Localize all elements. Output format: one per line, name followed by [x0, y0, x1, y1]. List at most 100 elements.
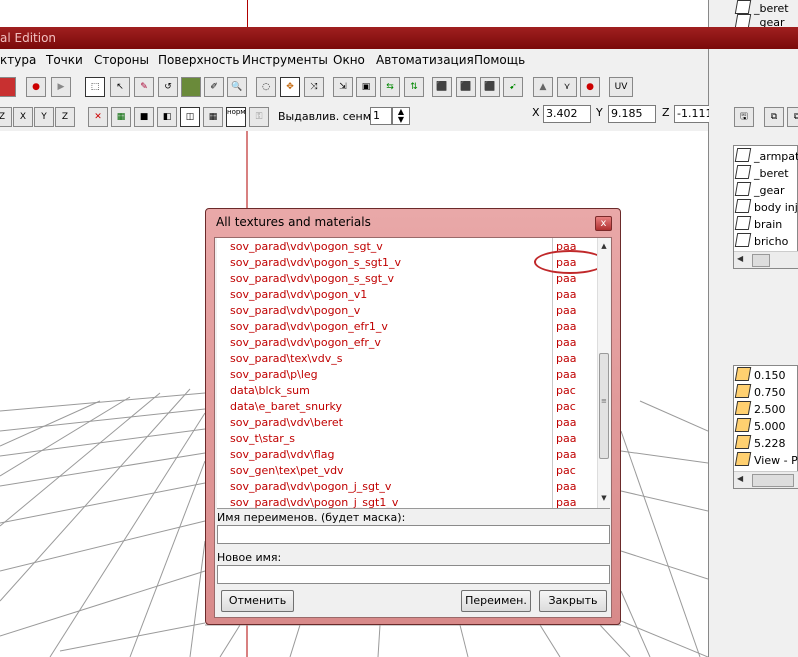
- hscroll-thumb[interactable]: [752, 254, 770, 267]
- textures-list[interactable]: sov_parad\vdv\pogon_sgt_v paa sov_parad\v…: [217, 238, 610, 509]
- lasso-button[interactable]: ↺: [158, 77, 178, 97]
- list-scrollbar[interactable]: ▲ ≡ ▼: [597, 238, 610, 508]
- cancel-button[interactable]: Отменить: [221, 590, 294, 612]
- lod-hscroll[interactable]: ◀: [734, 471, 798, 488]
- grid-snap-button[interactable]: ▦: [111, 107, 131, 127]
- mirror-button[interactable]: ⇆: [380, 77, 400, 97]
- move-button[interactable]: ⇲: [333, 77, 353, 97]
- window-titlebar: al Edition: [0, 27, 798, 49]
- axis-z2-button[interactable]: Z: [55, 107, 75, 127]
- scroll-up-icon[interactable]: ▲: [598, 240, 610, 252]
- axis-y-button[interactable]: Y: [34, 107, 54, 127]
- record-button[interactable]: ●: [26, 77, 46, 97]
- flip-button[interactable]: ⇅: [404, 77, 424, 97]
- select-tool-button[interactable]: ⬚: [85, 77, 105, 97]
- selections-hscroll[interactable]: ◀: [734, 251, 798, 268]
- save-icon[interactable]: 🖫: [734, 107, 754, 127]
- menu-automation[interactable]: Автоматизация: [376, 53, 474, 68]
- cube-button[interactable]: ⬛: [432, 77, 452, 97]
- list-item[interactable]: sov_parad\vdv\pogon_j_sgt1_v paa: [217, 495, 595, 508]
- selection-list-item[interactable]: _beret: [734, 165, 789, 181]
- lod-list-item[interactable]: 0.150: [734, 367, 786, 383]
- menu-structure[interactable]: ктура: [0, 53, 36, 68]
- uv-button[interactable]: UV: [609, 77, 633, 97]
- scroll-left-icon[interactable]: ◀: [737, 474, 743, 483]
- zoom-icon[interactable]: 🔍: [227, 77, 247, 97]
- selection-list-item[interactable]: body injury: [734, 199, 798, 215]
- axis-z-button[interactable]: Z: [0, 107, 12, 127]
- list-item[interactable]: sov_parad\vdv\flag paa: [217, 447, 595, 463]
- selection-list-item[interactable]: _gear: [734, 182, 785, 198]
- close-button[interactable]: Закрыть: [539, 590, 607, 612]
- rotate-button[interactable]: ✥: [280, 77, 300, 97]
- solid-button[interactable]: ■: [134, 107, 154, 127]
- dialog-title: All textures and materials: [216, 215, 371, 229]
- rename-mask-input[interactable]: [217, 525, 610, 544]
- rename-button[interactable]: Переимен.: [461, 590, 531, 612]
- list-item[interactable]: sov_parad\vdv\pogon_efr1_v paa: [217, 319, 595, 335]
- wire-button[interactable]: ◫: [180, 107, 200, 127]
- selection-list-item[interactable]: bricho: [734, 233, 788, 249]
- pencil-button[interactable]: ✐: [204, 77, 224, 97]
- list-item[interactable]: sov_parad\vdv\pogon_sgt_v paa: [217, 239, 595, 255]
- menu-faces[interactable]: Стороны: [94, 53, 149, 68]
- grid-button[interactable]: ▦: [203, 107, 223, 127]
- scrollbar-thumb[interactable]: ≡: [599, 353, 609, 459]
- copy-icon[interactable]: ⧉: [764, 107, 784, 127]
- list-item[interactable]: sov_parad\vdv\pogon_efr_v paa: [217, 335, 595, 351]
- menu-surface[interactable]: Поверхность: [158, 53, 239, 68]
- cube2-button[interactable]: ⬛: [456, 77, 476, 97]
- list-item[interactable]: sov_parad\vdv\pogon_v1 paa: [217, 287, 595, 303]
- list-item[interactable]: sov_parad\vdv\beret paa: [217, 415, 595, 431]
- normals-button[interactable]: норм: [226, 107, 246, 127]
- scroll-left-icon[interactable]: ◀: [737, 254, 743, 263]
- list-item[interactable]: sov_parad\p\leg paa: [217, 367, 595, 383]
- paste-icon[interactable]: ⧉: [787, 107, 798, 127]
- selection-list-item[interactable]: brain: [734, 216, 782, 232]
- triangle-button[interactable]: ▲: [533, 77, 553, 97]
- selection-list-item[interactable]: _armpatch: [734, 148, 798, 164]
- scroll-down-icon[interactable]: ▼: [598, 492, 610, 504]
- menu-window[interactable]: Окно: [333, 53, 365, 68]
- menu-tools[interactable]: Инструменты: [242, 53, 328, 68]
- menu-help[interactable]: Помощь: [474, 53, 525, 68]
- texture-button[interactable]: [181, 77, 201, 97]
- extrude-spinner[interactable]: ▲ ▼: [392, 107, 410, 125]
- extrude-value-field[interactable]: 1: [370, 107, 392, 125]
- colors-button[interactable]: ●: [580, 77, 600, 97]
- disable-button[interactable]: ✕: [88, 107, 108, 127]
- close-icon[interactable]: x: [595, 216, 612, 231]
- list-item[interactable]: sov_parad\vdv\pogon_j_sgt_v paa: [217, 479, 595, 495]
- lod-list-item[interactable]: 5.228: [734, 435, 786, 451]
- paint-select-button[interactable]: ✎: [134, 77, 154, 97]
- list-item[interactable]: sov_parad\vdv\pogon_s_sgt_v paa: [217, 271, 595, 287]
- y-coord-field[interactable]: 9.185: [608, 105, 656, 123]
- lod-list-item[interactable]: 0.750: [734, 384, 786, 400]
- scale-button[interactable]: ⤨: [304, 77, 324, 97]
- cube3-button[interactable]: ⬛: [480, 77, 500, 97]
- list-item[interactable]: sov_parad\vdv\pogon_v paa: [217, 303, 595, 319]
- hscroll-thumb[interactable]: [752, 474, 794, 487]
- menu-points[interactable]: Точки: [46, 53, 83, 68]
- play-button[interactable]: ▶: [51, 77, 71, 97]
- list-item[interactable]: sov_t\star_s paa: [217, 431, 595, 447]
- hammer-sickle-icon[interactable]: [0, 77, 16, 97]
- vertex-button[interactable]: ⋎: [557, 77, 577, 97]
- lod-list-item[interactable]: 5.000: [734, 418, 786, 434]
- lod-list-item[interactable]: View - Pil: [734, 452, 798, 468]
- shaded-button[interactable]: ◧: [157, 107, 177, 127]
- lock-button[interactable]: ⚿: [249, 107, 269, 127]
- x-coord-field[interactable]: 3.402: [543, 105, 591, 123]
- list-item[interactable]: sov_parad\tex\vdv_s paa: [217, 351, 595, 367]
- select-arrow-button[interactable]: ↖: [110, 77, 130, 97]
- list-item[interactable]: data\e_baret_snurky pac: [217, 399, 595, 415]
- list-item[interactable]: data\blck_sum pac: [217, 383, 595, 399]
- selection-icon: [734, 148, 752, 162]
- ellipse-select-button[interactable]: ◌: [256, 77, 276, 97]
- box-button[interactable]: ▣: [356, 77, 376, 97]
- brush-button[interactable]: ➹: [503, 77, 523, 97]
- lod-list-item[interactable]: 2.500: [734, 401, 786, 417]
- new-name-input[interactable]: [217, 565, 610, 584]
- list-item[interactable]: sov_gen\tex\pet_vdv pac: [217, 463, 595, 479]
- axis-x-button[interactable]: X: [13, 107, 33, 127]
